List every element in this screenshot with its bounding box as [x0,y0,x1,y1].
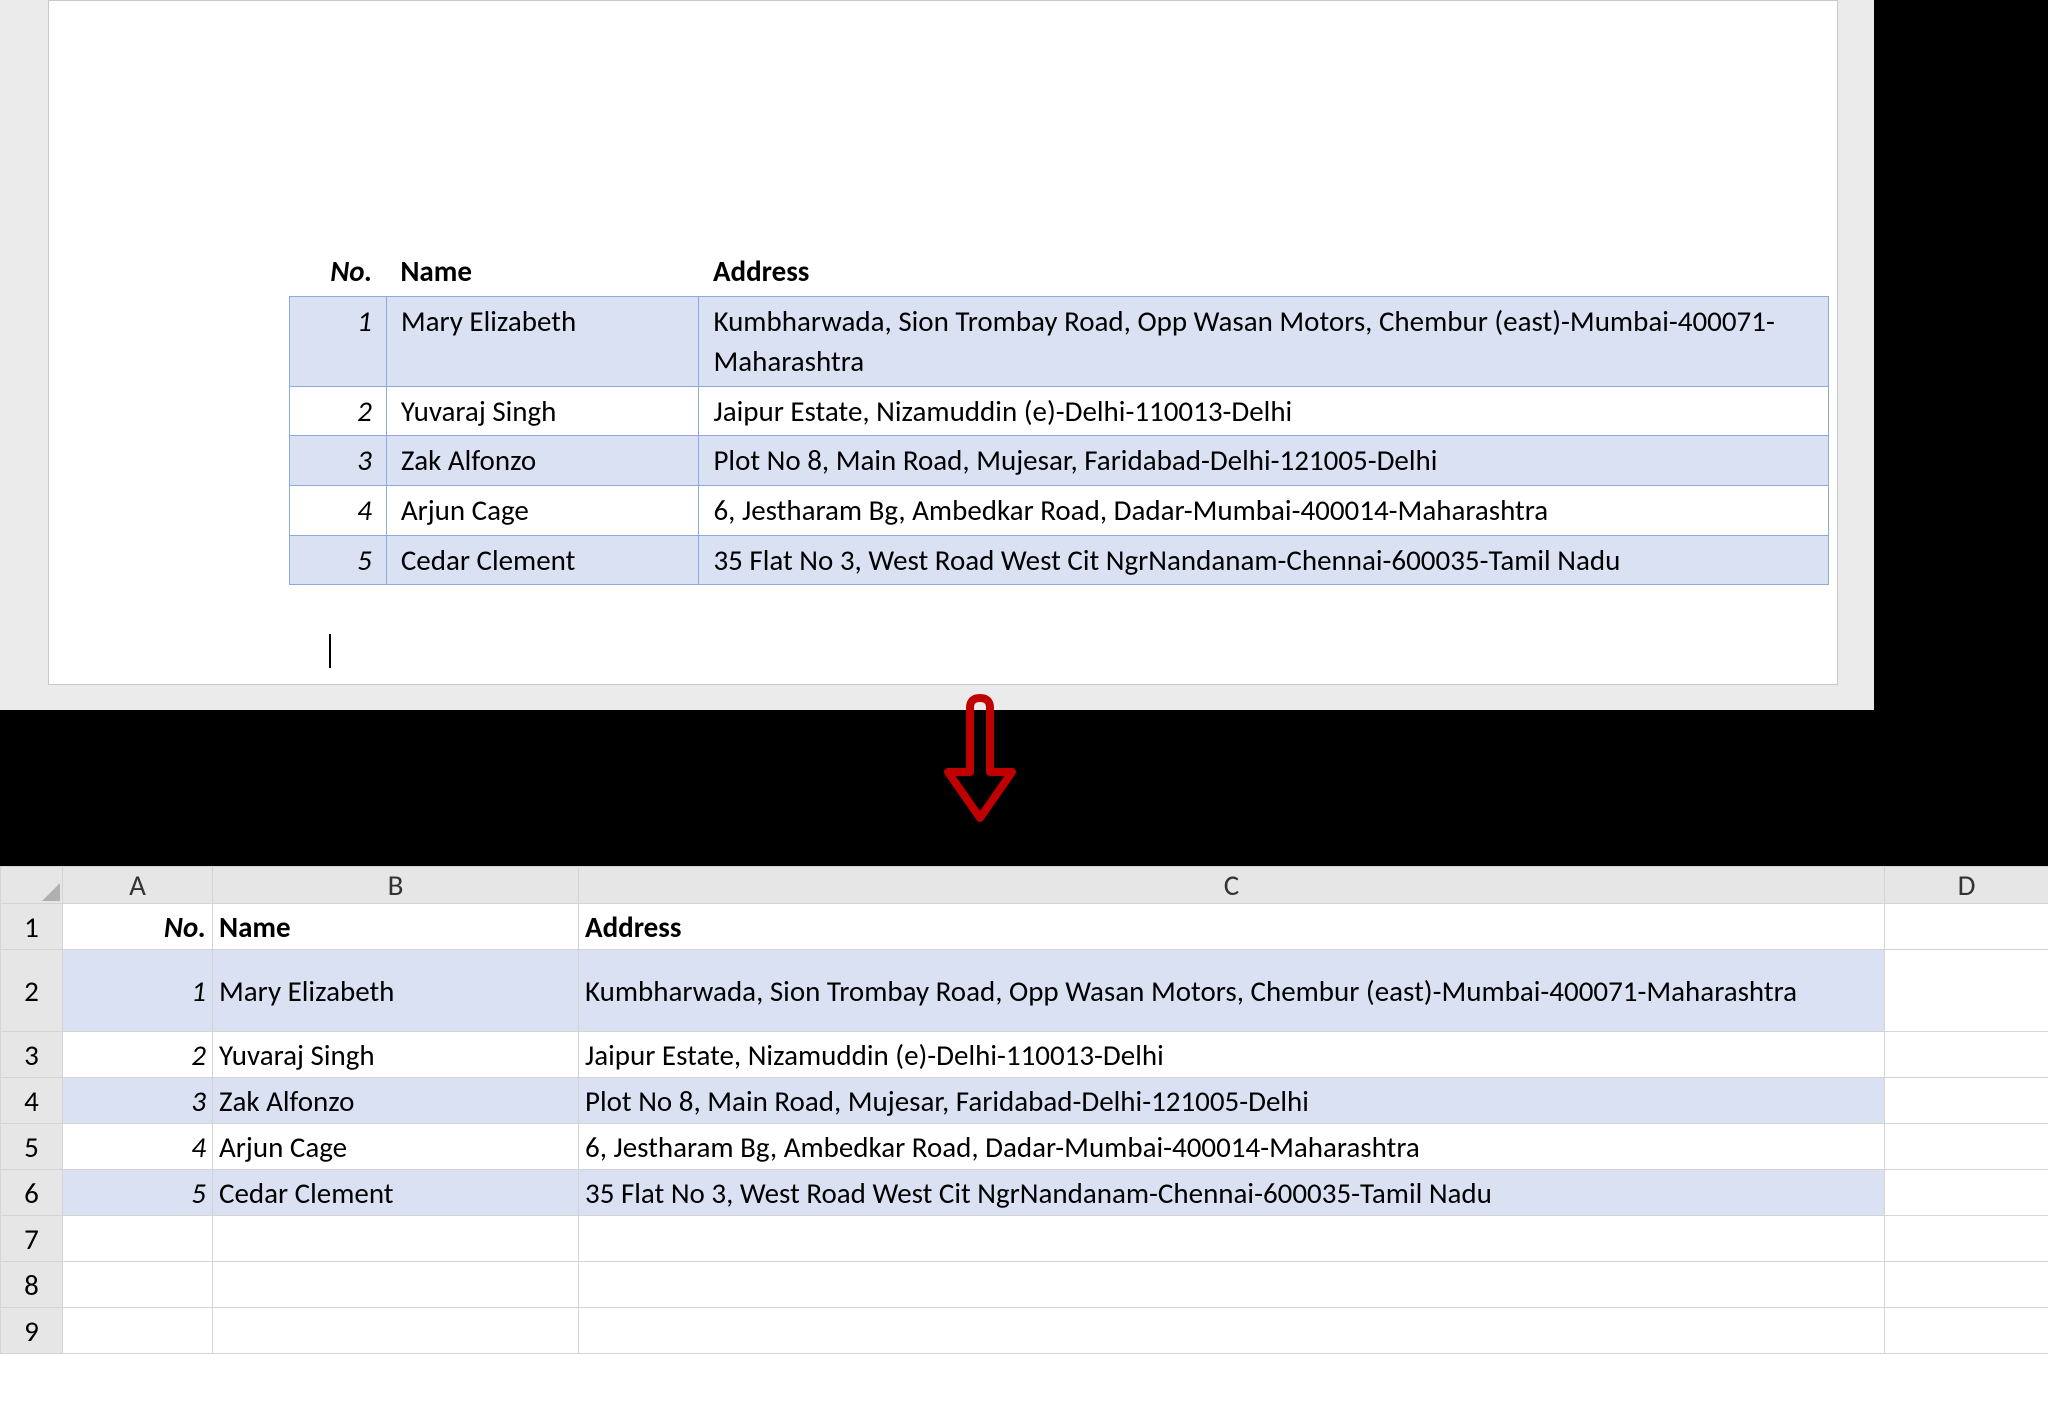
row-header-7[interactable]: 7 [1,1216,63,1262]
cell-d2[interactable] [1885,950,2048,1032]
cell-d3[interactable] [1885,1032,2048,1078]
cell-b9[interactable] [213,1308,579,1354]
cell-b6[interactable]: Cedar Clement [213,1170,579,1216]
word-header-no: No. [290,247,387,296]
word-header-address: Address [699,247,1829,296]
select-all-triangle-icon [42,883,60,901]
word-cell-address[interactable]: Jaipur Estate, Nizamuddin (e)-Delhi-1100… [699,386,1829,436]
cell-a6[interactable]: 5 [63,1170,213,1216]
cell-d6[interactable] [1885,1170,2048,1216]
cell-c5[interactable]: 6, Jestharam Bg, Ambedkar Road, Dadar-Mu… [579,1124,1885,1170]
text-cursor-icon [329,634,331,668]
cell-a5[interactable]: 4 [63,1124,213,1170]
cell-c2[interactable]: Kumbharwada, Sion Trombay Road, Opp Wasa… [579,950,1885,1032]
column-header-a[interactable]: A [63,867,213,904]
cell-d4[interactable] [1885,1078,2048,1124]
word-cell-name[interactable]: Cedar Clement [386,535,699,585]
cell-b1[interactable]: Name [213,904,579,950]
word-document-panel: No. Name Address 1 Mary Elizabeth Kumbha… [0,0,1878,710]
word-cell-no[interactable]: 2 [290,386,387,436]
spreadsheet-grid: A B C D 1 No. Name Address 2 1 Mary Eliz… [0,866,2048,1354]
row-header-4[interactable]: 4 [1,1078,63,1124]
column-header-d[interactable]: D [1885,867,2048,904]
cell-b8[interactable] [213,1262,579,1308]
cell-a2[interactable]: 1 [63,950,213,1032]
row-header-1[interactable]: 1 [1,904,63,950]
cell-b5[interactable]: Arjun Cage [213,1124,579,1170]
down-arrow-icon [940,694,1020,824]
column-header-b[interactable]: B [213,867,579,904]
word-cell-no[interactable]: 5 [290,535,387,585]
word-table: No. Name Address 1 Mary Elizabeth Kumbha… [289,247,1829,585]
word-cell-no[interactable]: 4 [290,485,387,535]
row-header-3[interactable]: 3 [1,1032,63,1078]
cell-d9[interactable] [1885,1308,2048,1354]
word-cell-name[interactable]: Yuvaraj Singh [386,386,699,436]
cell-a9[interactable] [63,1308,213,1354]
word-cell-name[interactable]: Arjun Cage [386,485,699,535]
cell-d1[interactable] [1885,904,2048,950]
cell-a8[interactable] [63,1262,213,1308]
column-header-c[interactable]: C [579,867,1885,904]
document-page: No. Name Address 1 Mary Elizabeth Kumbha… [48,0,1838,685]
cell-a7[interactable] [63,1216,213,1262]
word-cell-name[interactable]: Zak Alfonzo [386,436,699,486]
cell-a1[interactable]: No. [63,904,213,950]
row-header-8[interactable]: 8 [1,1262,63,1308]
row-header-2[interactable]: 2 [1,950,63,1032]
cell-b3[interactable]: Yuvaraj Singh [213,1032,579,1078]
cell-c6[interactable]: 35 Flat No 3, West Road West Cit NgrNand… [579,1170,1885,1216]
cell-b7[interactable] [213,1216,579,1262]
excel-grid-panel: A B C D 1 No. Name Address 2 1 Mary Eliz… [0,866,2048,1423]
cell-c4[interactable]: Plot No 8, Main Road, Mujesar, Faridabad… [579,1078,1885,1124]
cell-d7[interactable] [1885,1216,2048,1262]
word-cell-no[interactable]: 3 [290,436,387,486]
cell-a3[interactable]: 2 [63,1032,213,1078]
select-all-corner[interactable] [1,867,63,904]
word-cell-address[interactable]: Plot No 8, Main Road, Mujesar, Faridabad… [699,436,1829,486]
cell-b2[interactable]: Mary Elizabeth [213,950,579,1032]
word-header-name: Name [386,247,699,296]
word-cell-name[interactable]: Mary Elizabeth [386,296,699,386]
word-cell-no[interactable]: 1 [290,296,387,386]
cell-d5[interactable] [1885,1124,2048,1170]
word-cell-address[interactable]: Kumbharwada, Sion Trombay Road, Opp Wasa… [699,296,1829,386]
cell-b4[interactable]: Zak Alfonzo [213,1078,579,1124]
row-header-9[interactable]: 9 [1,1308,63,1354]
cell-d8[interactable] [1885,1262,2048,1308]
word-cell-address[interactable]: 6, Jestharam Bg, Ambedkar Road, Dadar-Mu… [699,485,1829,535]
row-header-6[interactable]: 6 [1,1170,63,1216]
cell-c3[interactable]: Jaipur Estate, Nizamuddin (e)-Delhi-1100… [579,1032,1885,1078]
cell-a4[interactable]: 3 [63,1078,213,1124]
cell-c9[interactable] [579,1308,1885,1354]
row-header-5[interactable]: 5 [1,1124,63,1170]
cell-c7[interactable] [579,1216,1885,1262]
word-cell-address[interactable]: 35 Flat No 3, West Road West Cit NgrNand… [699,535,1829,585]
cell-c8[interactable] [579,1262,1885,1308]
cell-c1[interactable]: Address [579,904,1885,950]
